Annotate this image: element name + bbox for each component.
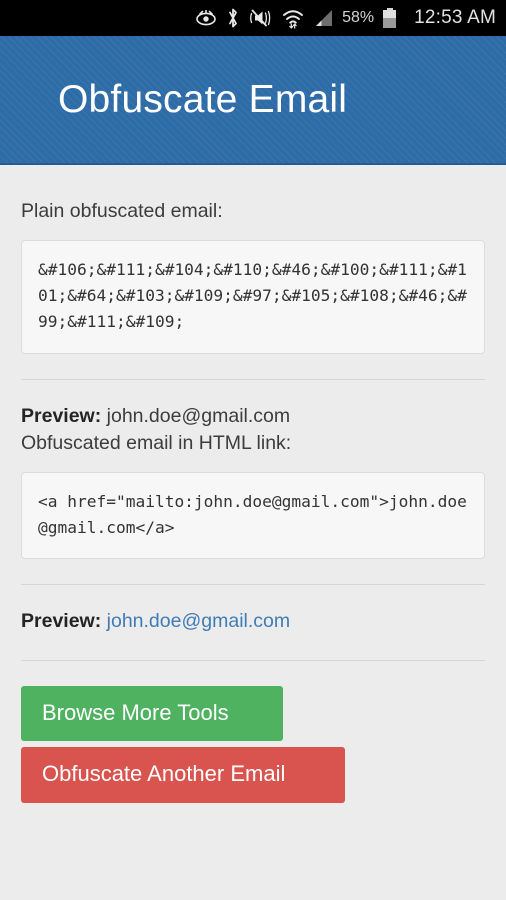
browse-more-tools-button[interactable]: Browse More Tools bbox=[21, 685, 283, 742]
html-link-code-box[interactable]: <a href="mailto:john.doe@gmail.com">john… bbox=[21, 472, 485, 560]
preview-link-label: Preview: bbox=[21, 610, 102, 633]
eye-icon bbox=[195, 7, 217, 29]
html-link-label: Obfuscated email in HTML link: bbox=[21, 432, 292, 455]
divider-1 bbox=[21, 378, 485, 380]
preview-link-row: Preview: john.doe@gmail.com bbox=[21, 608, 485, 634]
cellular-signal-icon bbox=[313, 7, 333, 29]
page-title: Obfuscate Email bbox=[58, 77, 348, 121]
preview-plain-value: john.doe@gmail.com bbox=[106, 404, 291, 427]
preview-plain-row: Preview: john.doe@gmail.com bbox=[21, 403, 485, 429]
plain-obfuscated-label: Plain obfuscated email: bbox=[21, 200, 223, 222]
android-status-bar: 58% 12:53 AM bbox=[0, 0, 506, 36]
divider-2 bbox=[21, 584, 485, 586]
divider-3 bbox=[21, 659, 485, 661]
wifi-transfer-icon bbox=[282, 7, 304, 29]
status-icon-tray: 58% 12:53 AM bbox=[195, 7, 498, 29]
obfuscate-another-email-button[interactable]: Obfuscate Another Email bbox=[21, 747, 345, 803]
action-buttons: Browse More Tools Obfuscate Another Emai… bbox=[21, 685, 485, 803]
preview-plain-label: Preview: bbox=[21, 404, 102, 427]
bluetooth-icon bbox=[226, 7, 240, 29]
main-content: Plain obfuscated email: &#106;&#111;&#10… bbox=[0, 200, 506, 803]
vibrate-mute-icon bbox=[249, 7, 273, 29]
preview-email-link[interactable]: john.doe@gmail.com bbox=[107, 610, 290, 632]
status-clock: 12:53 AM bbox=[414, 7, 496, 28]
plain-obfuscated-code-box[interactable]: &#106;&#111;&#104;&#110;&#46;&#100;&#111… bbox=[21, 240, 485, 354]
battery-icon bbox=[383, 7, 397, 29]
app-header: Obfuscate Email bbox=[0, 36, 506, 165]
battery-percent-label: 58% bbox=[342, 9, 375, 26]
